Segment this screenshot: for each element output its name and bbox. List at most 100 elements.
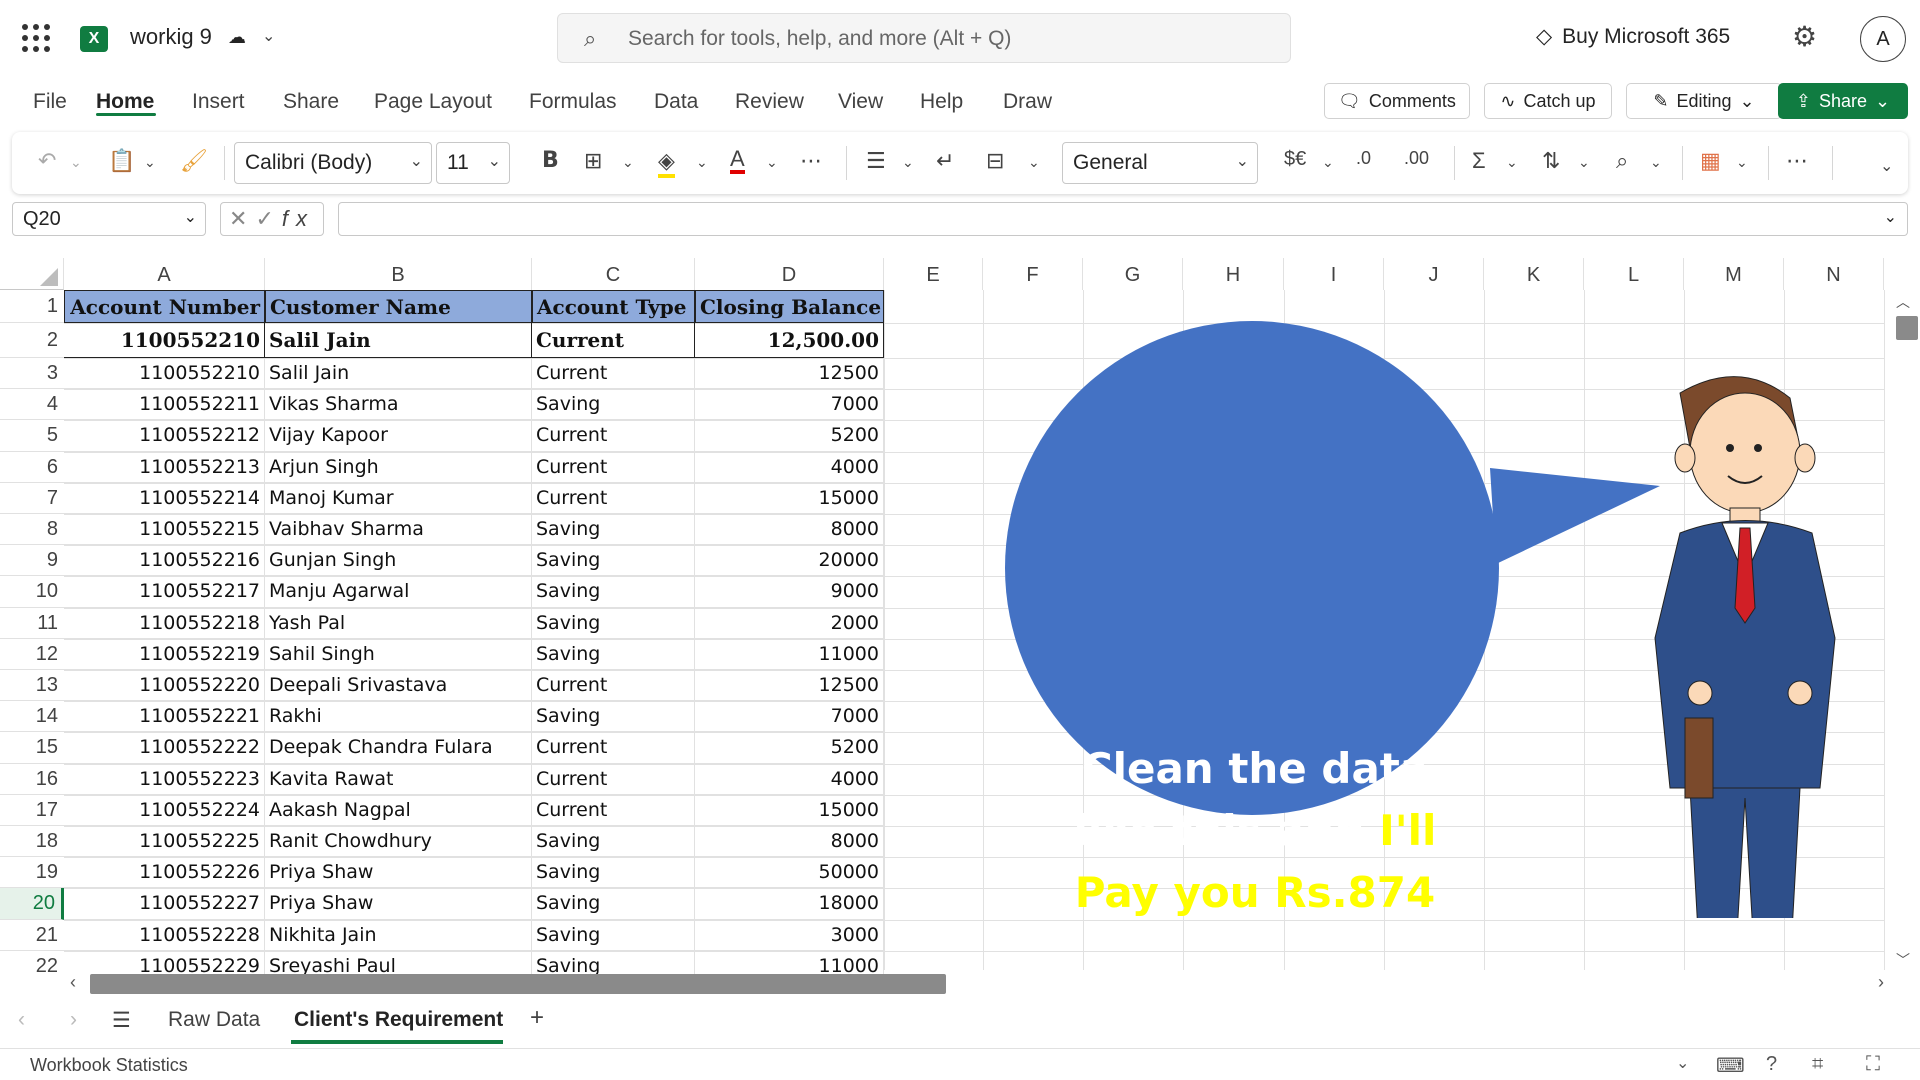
row-header-8[interactable]: 8: [0, 514, 64, 546]
cell-account-number[interactable]: 1100552227: [64, 888, 265, 920]
cell-closing-balance[interactable]: 12500: [695, 358, 884, 390]
header-cell-customer-name[interactable]: Customer Name: [265, 290, 532, 323]
cell-customer-name[interactable]: Vaibhav Sharma: [265, 514, 532, 546]
font-name-dropdown[interactable]: Calibri (Body) ⌄: [234, 142, 432, 184]
cell-account-number[interactable]: 1100552213: [64, 451, 265, 483]
column-header-n[interactable]: N: [1784, 258, 1884, 290]
insert-function-icon[interactable]: fx: [282, 206, 315, 231]
expand-ribbon-icon[interactable]: ⌄: [1880, 156, 1893, 176]
row-header-4[interactable]: 4: [0, 389, 64, 421]
tab-draw[interactable]: Draw: [1003, 90, 1052, 114]
cell-account-number[interactable]: 1100552211: [64, 389, 265, 421]
header-cell-account-type[interactable]: Account Type: [532, 290, 695, 323]
sheet-tab-raw-data[interactable]: Raw Data: [168, 1008, 260, 1032]
document-menu-chevron-icon[interactable]: ⌄: [262, 26, 275, 46]
header-cell-account-number[interactable]: Account Number: [64, 290, 265, 323]
keyboard-icon[interactable]: ⌨: [1716, 1053, 1745, 1078]
cell-account-type[interactable]: Saving: [532, 389, 695, 421]
column-header-a[interactable]: A: [64, 258, 265, 290]
cell-account-number[interactable]: 1100552221: [64, 701, 265, 733]
cell-account-type[interactable]: Saving: [532, 514, 695, 546]
cell-closing-balance[interactable]: 15000: [695, 482, 884, 514]
cell-account-number[interactable]: 1100552219: [64, 638, 265, 670]
cell-customer-name[interactable]: Rakhi: [265, 701, 532, 733]
cell-closing-balance[interactable]: 7000: [695, 701, 884, 733]
row-header-10[interactable]: 10: [0, 576, 64, 608]
tab-file[interactable]: File: [33, 90, 67, 114]
scroll-up-icon[interactable]: ︿: [1896, 292, 1910, 312]
scroll-right-icon[interactable]: ›: [1878, 972, 1884, 993]
cell-customer-name[interactable]: Nikhita Jain: [265, 919, 532, 951]
cell-account-number[interactable]: 1100552226: [64, 857, 265, 889]
next-sheet-icon[interactable]: ›: [70, 1008, 77, 1032]
row-header-1[interactable]: 1: [0, 290, 64, 323]
fill-color-dropdown-icon[interactable]: ⌄: [696, 154, 708, 171]
column-header-h[interactable]: H: [1183, 258, 1284, 290]
cell-customer-name[interactable]: Vikas Sharma: [265, 389, 532, 421]
cell-customer-name[interactable]: Aakash Nagpal: [265, 794, 532, 826]
cell-account-type[interactable]: Saving: [532, 576, 695, 608]
horizontal-scroll-thumb[interactable]: [90, 974, 946, 994]
undo-icon[interactable]: ↶: [38, 148, 56, 174]
cell-account-number[interactable]: 1100552215: [64, 514, 265, 546]
tab-data[interactable]: Data: [654, 90, 698, 114]
cell-account-type[interactable]: Saving: [532, 701, 695, 733]
cell-account-type[interactable]: Saving: [532, 638, 695, 670]
column-header-e[interactable]: E: [884, 258, 983, 290]
cell-customer-name[interactable]: Manju Agarwal: [265, 576, 532, 608]
bold-icon[interactable]: B: [542, 148, 559, 173]
merge-dropdown-icon[interactable]: ⌄: [1028, 154, 1040, 171]
align-icon[interactable]: ☰: [866, 148, 886, 174]
increase-decimal-icon[interactable]: .0: [1356, 148, 1371, 169]
cell-closing-balance[interactable]: 4000: [695, 451, 884, 483]
cell-closing-balance[interactable]: 8000: [695, 826, 884, 858]
row-header-21[interactable]: 21: [0, 920, 64, 951]
cell-closing-balance[interactable]: 11000: [695, 638, 884, 670]
cell-account-type[interactable]: Current: [532, 794, 695, 826]
cell-account-type[interactable]: Current: [532, 451, 695, 483]
cell-account-type[interactable]: Saving: [532, 607, 695, 639]
find-icon[interactable]: ⌕: [1616, 148, 1628, 174]
buy-microsoft-365-button[interactable]: ◇ Buy Microsoft 365: [1536, 24, 1730, 49]
cell-customer-name[interactable]: Priya Shaw: [265, 888, 532, 920]
cell-closing-balance[interactable]: 50000: [695, 857, 884, 889]
cell-closing-balance[interactable]: 12500: [695, 670, 884, 702]
row-header-3[interactable]: 3: [0, 358, 64, 390]
cell-account-type[interactable]: Current: [532, 358, 695, 390]
workbook-statistics[interactable]: Workbook Statistics: [30, 1055, 188, 1076]
merge-cells-icon[interactable]: ⊟: [986, 148, 1004, 174]
cell-customer-name[interactable]: Arjun Singh: [265, 451, 532, 483]
expand-formula-bar-icon[interactable]: ⌄: [1884, 207, 1897, 227]
tab-insert[interactable]: Insert: [192, 90, 245, 114]
cell-customer-name[interactable]: Kavita Rawat: [265, 763, 532, 795]
more-options-icon[interactable]: ⋯: [1786, 148, 1808, 174]
scroll-left-icon[interactable]: ‹: [70, 972, 76, 993]
autosum-dropdown-icon[interactable]: ⌄: [1506, 154, 1518, 171]
conditional-format-icon[interactable]: ▦: [1700, 148, 1721, 174]
row-header-15[interactable]: 15: [0, 732, 64, 764]
column-header-d[interactable]: D: [695, 258, 884, 290]
row-header-22[interactable]: 22: [0, 951, 64, 976]
sort-filter-icon[interactable]: ⇅: [1542, 148, 1560, 174]
row-header-20[interactable]: 20: [0, 888, 64, 920]
cell-account-type[interactable]: Saving: [532, 826, 695, 858]
cell-customer-name[interactable]: Ranit Chowdhury: [265, 826, 532, 858]
document-name[interactable]: workig 9: [130, 24, 212, 50]
cell-account-number[interactable]: 1100552218: [64, 607, 265, 639]
cell-account-type[interactable]: Current: [532, 670, 695, 702]
cell-closing-balance[interactable]: 7000: [695, 389, 884, 421]
column-header-m[interactable]: M: [1684, 258, 1784, 290]
share-button[interactable]: ⇪ Share ⌄: [1778, 83, 1908, 119]
formula-input[interactable]: ⌄: [338, 202, 1908, 236]
name-box[interactable]: Q20 ⌄: [12, 202, 206, 236]
cell-account-type[interactable]: Saving: [532, 919, 695, 951]
borders-dropdown-icon[interactable]: ⌄: [622, 154, 634, 171]
column-header-b[interactable]: B: [265, 258, 532, 290]
borders-icon[interactable]: ⊞: [584, 148, 602, 174]
tab-formulas[interactable]: Formulas: [529, 90, 617, 114]
search-box[interactable]: ⌕ Search for tools, help, and more (Alt …: [557, 13, 1291, 63]
cancel-icon[interactable]: ✕: [229, 206, 255, 231]
chevron-down-icon[interactable]: ⌄: [1676, 1053, 1689, 1073]
row-header-13[interactable]: 13: [0, 670, 64, 702]
currency-format-icon[interactable]: $€: [1284, 148, 1306, 171]
